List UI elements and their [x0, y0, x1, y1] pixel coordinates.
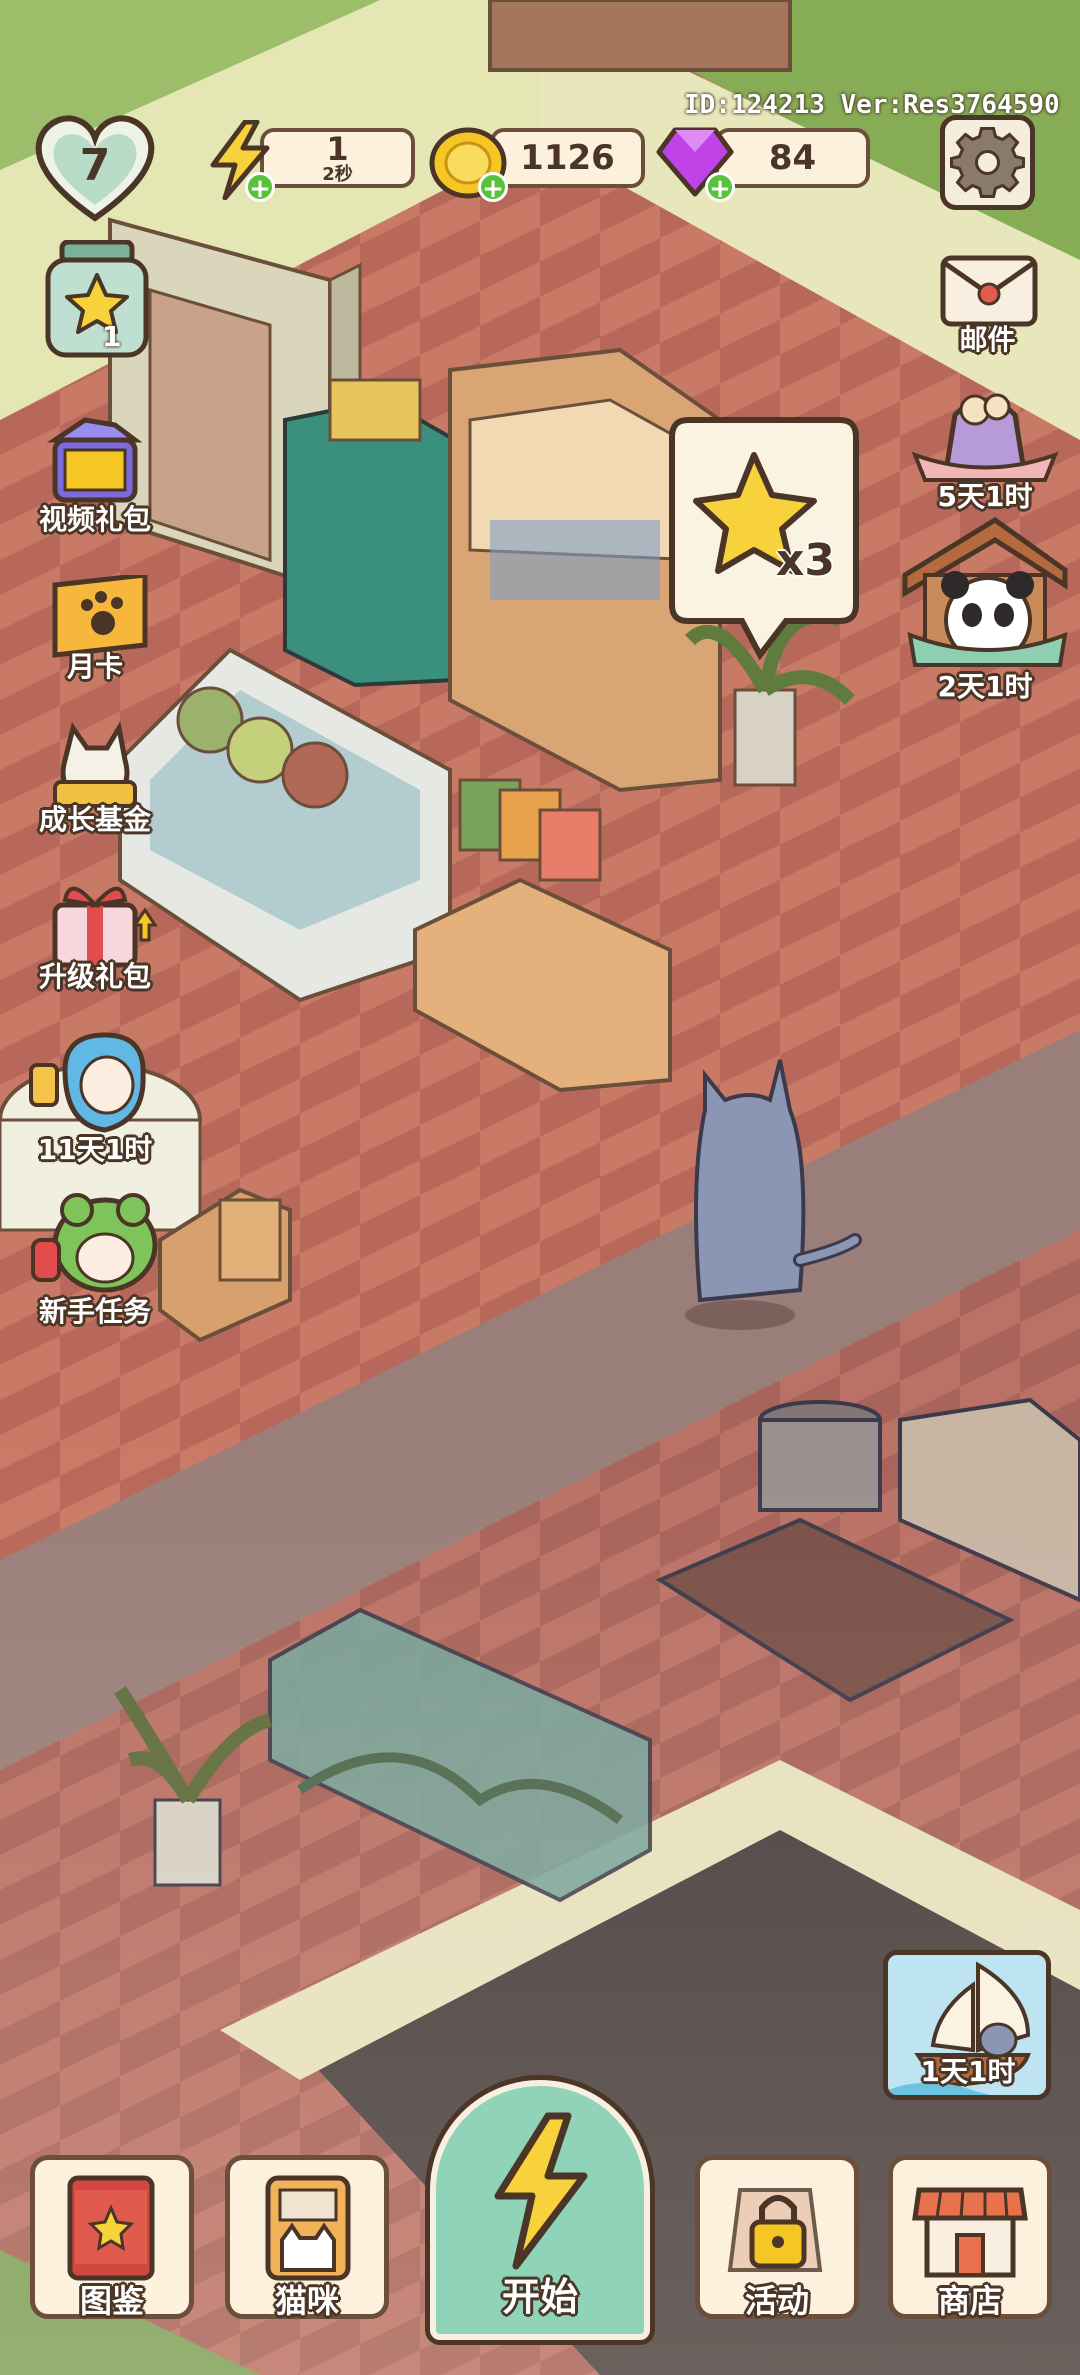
activity-button[interactable]: 活动: [695, 2155, 859, 2320]
growth-fund-button[interactable]: 成长基金: [25, 720, 165, 840]
add-energy-button[interactable]: +: [245, 172, 275, 203]
coin-value: 1126: [520, 138, 615, 178]
panda-event-button[interactable]: 2天1时: [900, 515, 1070, 715]
energy-value: 1: [326, 130, 349, 168]
jar-icon: [45, 239, 149, 358]
newbie-tasks-button[interactable]: 新手任务: [25, 1190, 165, 1328]
gift-box-icon: [46, 417, 143, 503]
cats-button[interactable]: 猫咪: [225, 2155, 389, 2320]
gem-counter[interactable]: 84: [715, 128, 870, 188]
shop-button[interactable]: 商店: [888, 2155, 1052, 2320]
level-number: 7: [79, 140, 111, 191]
frog-hat-cat-icon: [31, 1193, 158, 1293]
energy-counter[interactable]: 1 2秒: [260, 128, 415, 188]
event-character-button[interactable]: 11天1时: [25, 1030, 165, 1166]
star-jar-button[interactable]: 1: [42, 239, 152, 360]
upgrade-gift-button[interactable]: 升级礼包: [25, 875, 165, 995]
panda-house-icon: [902, 517, 1068, 667]
shop-label: 商店: [937, 2282, 1003, 2320]
boat-timer-label: 1天1时: [920, 2055, 1016, 2088]
newbie-tasks-label: 新手任务: [38, 1295, 152, 1328]
video-gift-button[interactable]: 视频礼包: [25, 410, 165, 540]
mail-label: 邮件: [959, 323, 1016, 356]
gem-value: 84: [768, 138, 817, 178]
growth-fund-label: 成长基金: [38, 803, 152, 836]
upgrade-gift-label: 升级礼包: [38, 960, 152, 993]
activity-label: 活动: [744, 2282, 810, 2320]
encyclopedia-button[interactable]: 图鉴: [30, 2155, 194, 2320]
boat-event-button[interactable]: 1天1时: [878, 1950, 1058, 2120]
gear-icon: [950, 127, 1025, 198]
star-reward-bubble[interactable]: x3: [668, 415, 860, 665]
monthly-card-button[interactable]: 月卡: [25, 572, 165, 685]
start-button[interactable]: 开始: [430, 2080, 650, 2340]
video-gift-label: 视频礼包: [38, 503, 152, 536]
level-heart-badge[interactable]: 7: [30, 110, 160, 225]
settings-button[interactable]: [940, 115, 1035, 210]
coin-counter[interactable]: 1126: [490, 128, 645, 188]
star-multiplier: x3: [776, 535, 835, 586]
mail-button[interactable]: 邮件: [925, 250, 1050, 360]
panda-timer-label: 2天1时: [937, 670, 1033, 703]
event-timer-label: 11天1时: [37, 1133, 153, 1166]
add-gems-button[interactable]: +: [705, 172, 735, 203]
star-jar-count: 1: [102, 320, 122, 353]
add-coins-button[interactable]: +: [478, 172, 508, 203]
cats-label: 猫咪: [274, 2282, 340, 2320]
energy-timer: 2秒: [322, 164, 353, 185]
start-label: 开始: [501, 2275, 579, 2319]
cookie-event-button[interactable]: 5天1时: [905, 385, 1065, 520]
encyclopedia-label: 图鉴: [79, 2282, 145, 2320]
cookie-timer-label: 5天1时: [937, 480, 1033, 513]
monthly-card-label: 月卡: [66, 650, 124, 683]
blue-hair-girl-icon: [29, 1032, 146, 1133]
